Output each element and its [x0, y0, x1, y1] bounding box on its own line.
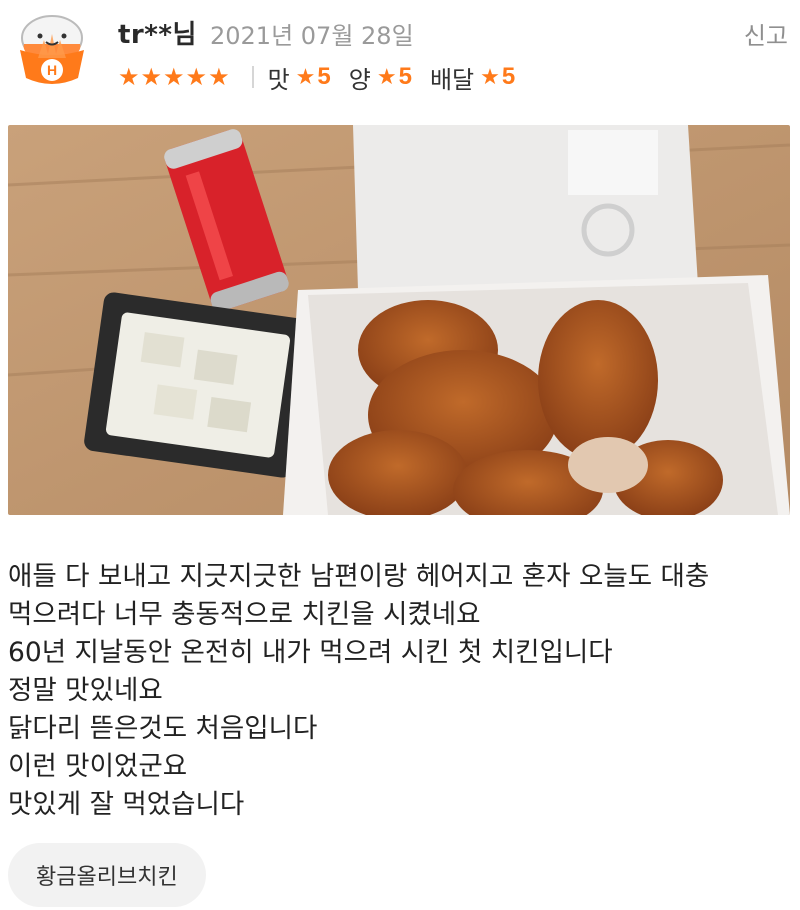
review-text-line: 닭다리 뜯은것도 처음입니다	[8, 713, 318, 744]
svg-text:H: H	[47, 62, 57, 78]
review-text-line: 맛있게 잘 먹었습니다	[8, 789, 245, 820]
star-icon: ★	[140, 63, 163, 91]
rating-taste: 맛 ★ 5	[268, 60, 331, 95]
rating-row: ★ ★ ★ ★ ★ 맛 ★ 5 양 ★ 5 배달 ★ 5	[118, 60, 533, 94]
rating-label: 배달	[429, 65, 475, 94]
report-button[interactable]: 신고	[744, 16, 788, 51]
star-icon: ★	[163, 63, 185, 91]
review-text-line: 이런 맛이었군요	[8, 751, 188, 782]
review-text-line: 60년 지날동안 온전히 내가 먹으려 시킨 첫 치킨입니다	[8, 637, 613, 668]
star-icon: ★	[295, 64, 316, 90]
star-icon: ★	[480, 64, 500, 90]
review-text-line: 먹으려다 너무 충동적으로 치킨을 시켰네요	[8, 599, 481, 630]
review-date: 2021년 07월 28일	[210, 22, 414, 50]
rating-value: 5	[317, 63, 331, 90]
review-text-line: 정말 맛있네요	[8, 675, 163, 706]
overall-rating: ★ ★ ★ ★ ★	[118, 65, 230, 89]
star-icon: ★	[185, 63, 208, 91]
star-icon: ★	[376, 64, 397, 90]
rating-value: 5	[398, 63, 412, 90]
menu-tag-chip[interactable]: 황금올리브치킨	[8, 843, 206, 907]
star-icon: ★	[118, 63, 140, 91]
review-text: 애들 다 보내고 지긋지긋한 남편이랑 헤어지고 혼자 오늘도 대충 먹으려다 …	[8, 558, 794, 824]
divider	[251, 66, 254, 88]
rating-label: 양	[348, 65, 371, 94]
review-photo[interactable]	[8, 125, 790, 515]
rice-ball-mascot-icon: H	[20, 15, 84, 84]
rating-delivery: 배달 ★ 5	[430, 60, 515, 95]
rating-quantity: 양 ★ 5	[349, 60, 412, 95]
user-avatar: H	[8, 10, 96, 90]
review-text-line: 애들 다 보내고 지긋지긋한 남편이랑 헤어지고 혼자 오늘도 대충	[8, 561, 710, 592]
rating-label: 맛	[267, 65, 290, 94]
star-icon: ★	[208, 63, 230, 91]
reviewer-name: tr**님	[118, 20, 197, 50]
rating-value: 5	[501, 63, 516, 90]
